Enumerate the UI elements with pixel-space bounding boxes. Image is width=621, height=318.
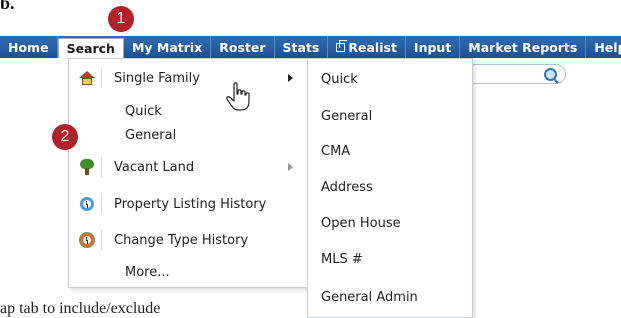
menu-item-single-family[interactable]: Single Family	[69, 66, 307, 90]
nav-my-matrix[interactable]: My Matrix	[124, 36, 212, 58]
submenu-item-open-house[interactable]: Open House	[321, 213, 401, 233]
change-history-clock-icon	[77, 230, 102, 250]
nav-stats-label: Stats	[282, 39, 320, 55]
nav-my-matrix-label: My Matrix	[131, 39, 203, 55]
menu-item-label: Property Listing History	[114, 196, 267, 212]
house-icon	[77, 68, 102, 88]
submenu-item-label: General	[321, 108, 373, 124]
nav-home[interactable]: Home	[0, 36, 58, 58]
submenu-arrow-icon	[288, 74, 293, 82]
menu-item-change-type-history[interactable]: Change Type History	[69, 228, 307, 252]
tree-icon	[77, 157, 102, 177]
submenu-arrow-icon	[288, 163, 293, 171]
submenu-item-label: MLS #	[321, 251, 363, 267]
nav-help[interactable]: Help	[586, 36, 621, 58]
submenu-item-general[interactable]: General	[321, 106, 372, 126]
menu-item-label: Change Type History	[114, 232, 249, 248]
nav-realist-label: Realist	[348, 39, 397, 55]
menu-item-label: Vacant Land	[114, 159, 195, 175]
single-family-submenu: Quick General CMA Address Open House MLS…	[307, 58, 473, 318]
hand-pointer-cursor-icon	[226, 82, 250, 111]
submenu-item-label: Open House	[321, 215, 401, 231]
nav-market-reports[interactable]: Market Reports	[460, 36, 587, 58]
submenu-item-address[interactable]: Address	[321, 177, 373, 197]
nav-roster[interactable]: Roster	[211, 36, 275, 58]
nav-home-label: Home	[8, 39, 49, 55]
nav-realist[interactable]: Realist	[328, 36, 406, 58]
nav-stats[interactable]: Stats	[275, 36, 329, 58]
step-badge-2: 2	[52, 124, 78, 150]
menu-item-label: More...	[125, 264, 170, 280]
submenu-item-general-admin[interactable]: General Admin	[321, 287, 418, 307]
menu-subitem-quick[interactable]: Quick	[125, 101, 162, 121]
nav-market-reports-label: Market Reports	[468, 39, 578, 55]
submenu-item-label: Quick	[321, 71, 358, 87]
submenu-item-mls-number[interactable]: MLS #	[321, 249, 363, 269]
heading-fragment: b.	[0, 0, 15, 13]
submenu-item-label: Address	[321, 179, 373, 195]
menu-subitem-label: Quick	[125, 103, 162, 119]
submenu-item-cma[interactable]: CMA	[321, 141, 350, 161]
menu-item-label: Single Family	[114, 70, 200, 86]
search-input[interactable]	[462, 64, 566, 84]
nav-search[interactable]: Search	[57, 38, 124, 58]
caption-fragment: ap tab to include/exclude	[0, 300, 161, 317]
nav-help-label: Help	[594, 39, 621, 55]
submenu-item-label: General Admin	[321, 289, 418, 305]
menu-item-property-listing-history[interactable]: Property Listing History	[69, 192, 307, 216]
step-badge-1: 1	[108, 6, 134, 32]
nav-roster-label: Roster	[219, 39, 266, 55]
menu-item-more[interactable]: More...	[125, 262, 170, 282]
menu-subitem-label: General	[125, 127, 177, 143]
history-clock-icon	[77, 194, 102, 214]
submenu-item-label: CMA	[321, 143, 351, 159]
menu-item-vacant-land[interactable]: Vacant Land	[69, 155, 307, 179]
search-icon[interactable]	[544, 68, 557, 81]
external-window-icon	[336, 39, 348, 52]
main-nav-bar: Home Search My Matrix Roster Stats Reali…	[0, 36, 621, 58]
menu-subitem-general[interactable]: General	[125, 125, 176, 145]
search-dropdown-menu: Single Family Quick General Vacant Land …	[68, 58, 308, 288]
submenu-item-quick[interactable]: Quick	[321, 69, 358, 89]
nav-input[interactable]: Input	[406, 36, 461, 58]
nav-search-label: Search	[66, 41, 115, 56]
nav-input-label: Input	[413, 39, 452, 55]
